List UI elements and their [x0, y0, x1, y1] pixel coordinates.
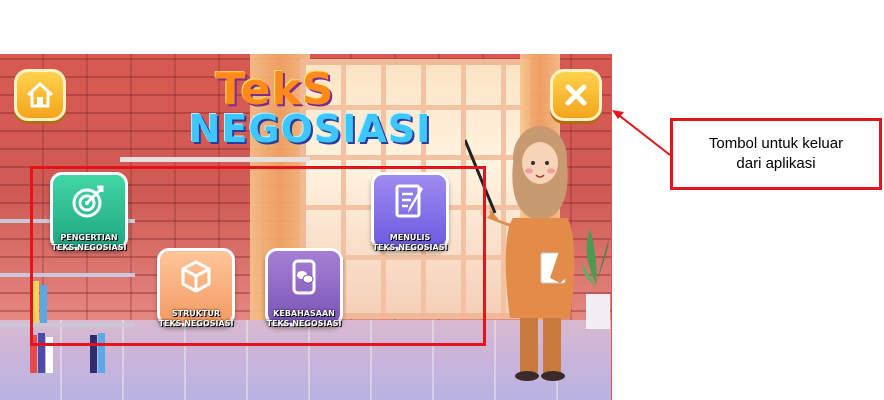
- app-title: TekS NEGOSIASI: [170, 68, 450, 158]
- title-line-2: NEGOSIASI: [188, 107, 432, 151]
- close-icon: [565, 84, 587, 106]
- menu-highlight-box: [30, 166, 486, 346]
- title-line-1: TekS: [215, 64, 335, 115]
- annotation-callout: Tombol untuk keluar dari aplikasi: [670, 118, 882, 190]
- close-button[interactable]: [550, 69, 602, 121]
- annotation-line-1: Tombol untuk keluar: [708, 135, 844, 152]
- teacher-character: [465, 126, 575, 381]
- home-button[interactable]: [14, 69, 66, 121]
- home-icon: [26, 82, 54, 108]
- annotation-line-2: dari aplikasi: [736, 155, 816, 172]
